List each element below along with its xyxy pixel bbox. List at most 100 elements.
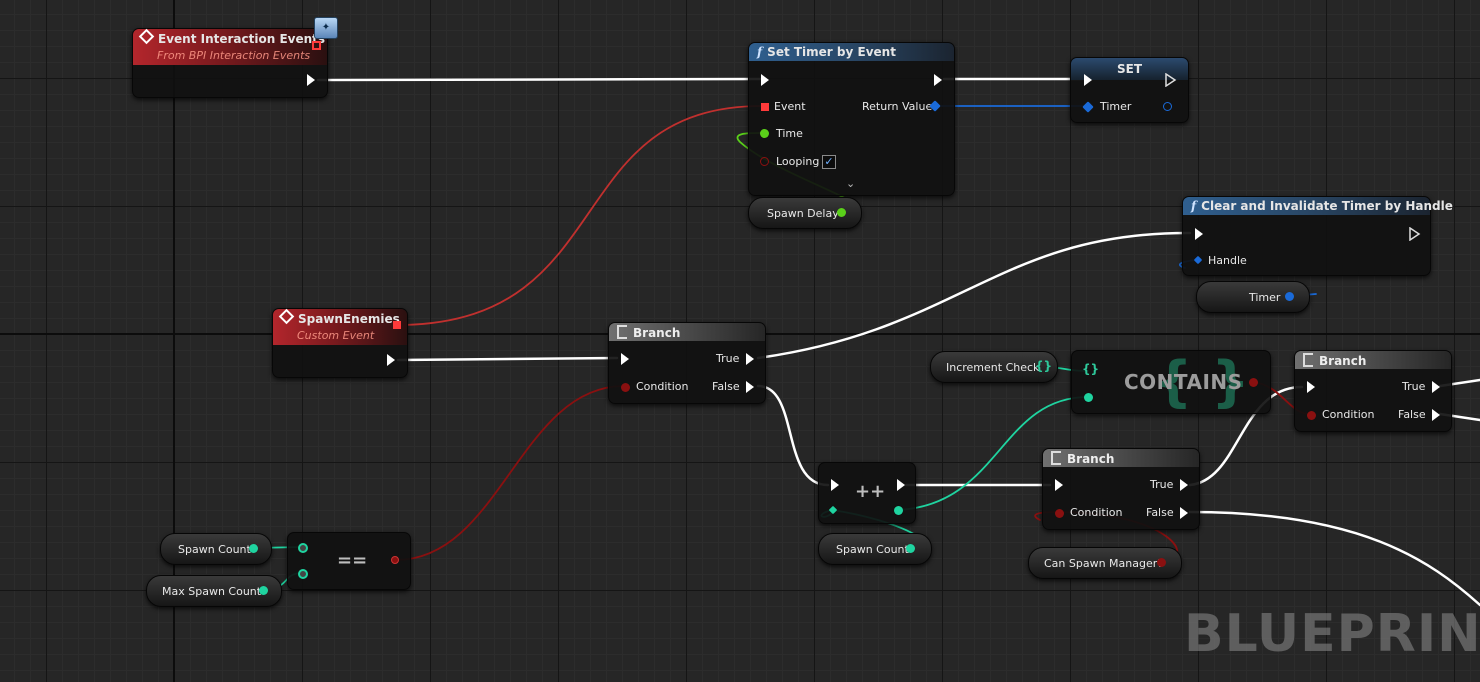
looping-checkbox[interactable]: ✓ (822, 155, 836, 169)
branch-icon (1051, 451, 1061, 465)
function-icon: f (757, 45, 763, 59)
event-interaction-header: Event Interaction Events From BPI Intera… (133, 28, 327, 65)
key-input-pin[interactable] (1084, 393, 1093, 402)
false-pin-label: False (1398, 408, 1426, 421)
timer-pin-label: Timer (1100, 100, 1132, 113)
false-exec-output-pin[interactable] (746, 381, 754, 393)
time-input-pin[interactable] (760, 129, 769, 138)
spawn-count-variable-node-1[interactable]: Spawn Count (160, 533, 272, 565)
exec-output-pin[interactable] (307, 74, 315, 86)
condition-input-pin[interactable] (1055, 509, 1064, 518)
looping-input-pin[interactable] (760, 157, 769, 166)
handle-input-pin[interactable] (1193, 255, 1203, 265)
branch-title: Branch (633, 326, 681, 340)
max-spawn-count-variable-node[interactable]: Max Spawn Count (146, 575, 282, 607)
spawn-delay-variable-node[interactable]: Spawn Delay (748, 197, 862, 229)
map-input-pin[interactable]: {} (1082, 362, 1099, 376)
condition-input-pin[interactable] (1307, 411, 1316, 420)
exec-input-pin[interactable] (1307, 381, 1315, 393)
blueprint-watermark: BLUEPRINT (1184, 604, 1480, 664)
event-input-pin[interactable] (761, 103, 769, 111)
true-exec-output-pin[interactable] (1432, 381, 1440, 393)
spawn-delay-output-pin[interactable] (837, 208, 846, 217)
b-input-pin[interactable] (298, 569, 308, 579)
set-timer-header: f Set Timer by Event (749, 43, 954, 61)
chevron-down-icon[interactable]: ⌄ (846, 177, 855, 190)
looping-pin-label: Looping (776, 155, 820, 168)
max-spawn-count-output-pin[interactable] (259, 586, 268, 595)
equals-node[interactable]: == (287, 532, 411, 590)
return-value-pin-label: Return Value (862, 100, 933, 113)
exec-output-outline-icon (1165, 73, 1177, 87)
spawn-enemies-subtitle: Custom Event (297, 329, 375, 342)
spawn-count-output-pin[interactable] (906, 544, 915, 553)
timer-output-pin[interactable] (1285, 292, 1294, 301)
bool-output-pin[interactable] (1249, 378, 1258, 387)
interface-badge-icon: ✦ (314, 17, 338, 39)
branch-header: Branch (1295, 351, 1451, 369)
condition-pin-label: Condition (636, 380, 689, 393)
set-timer-variable-node[interactable]: SET Timer (1070, 57, 1189, 123)
bool-output-pin[interactable] (391, 556, 399, 564)
true-exec-output-pin[interactable] (1180, 479, 1188, 491)
spawn-count-variable-node-2[interactable]: Spawn Count (818, 533, 932, 565)
spawn-count-output-pin[interactable] (249, 544, 258, 553)
spawn-enemies-event-node[interactable]: SpawnEnemies Custom Event (272, 308, 408, 378)
timer-input-pin[interactable] (1082, 101, 1094, 113)
exec-wire (396, 356, 619, 362)
false-pin-label: False (1146, 506, 1174, 519)
increment-check-variable-node[interactable]: Increment Check {} (930, 351, 1058, 383)
branch-header: Branch (609, 323, 765, 341)
branch-header: Branch (1043, 449, 1199, 467)
event-pin-label: Event (774, 100, 806, 113)
exec-input-pin[interactable] (1084, 74, 1092, 86)
map-icon: {} (1035, 359, 1053, 373)
spawn-count-label: Spawn Count (836, 543, 909, 556)
handle-pin-label: Handle (1208, 254, 1247, 267)
value-input-pin[interactable] (828, 505, 838, 515)
equals-operator: == (337, 550, 368, 571)
increment-node[interactable]: ++ (818, 462, 916, 524)
function-icon: f (1191, 199, 1197, 213)
false-exec-output-pin[interactable] (1180, 507, 1188, 519)
branch-node-3[interactable]: Branch True Condition False (1294, 350, 1452, 432)
true-exec-output-pin[interactable] (746, 353, 754, 365)
delegate-output-pin[interactable] (393, 321, 401, 329)
event-delegate-wire (403, 105, 763, 326)
exec-input-pin[interactable] (761, 74, 769, 86)
event-interaction-node[interactable]: Event Interaction Events From BPI Intera… (132, 28, 328, 98)
can-spawn-manager-output-pin[interactable] (1157, 558, 1166, 567)
value-output-pin[interactable] (894, 506, 903, 515)
set-title: SET (1116, 62, 1143, 76)
bool-wire (395, 385, 625, 561)
set-timer-node[interactable]: f Set Timer by Event Event Return Value T… (748, 42, 955, 196)
max-spawn-count-label: Max Spawn Count (162, 585, 262, 598)
time-pin-label: Time (776, 127, 803, 140)
a-input-pin[interactable] (298, 543, 308, 553)
delegate-output-pin[interactable] (312, 41, 321, 50)
can-spawn-manager-variable-node[interactable]: Can Spawn Manager? (1028, 547, 1182, 579)
contains-node[interactable]: { } CONTAINS {} (1071, 350, 1271, 414)
exec-wire (316, 77, 762, 82)
spawn-delay-label: Spawn Delay (767, 207, 839, 220)
timer-output-pin[interactable] (1163, 102, 1172, 111)
exec-input-pin[interactable] (1195, 228, 1203, 240)
branch-node-1[interactable]: Branch True Condition False (608, 322, 766, 404)
exec-input-pin[interactable] (831, 479, 839, 491)
spawn-enemies-title: SpawnEnemies (298, 312, 400, 326)
timer-variable-node[interactable]: Timer (1196, 281, 1310, 313)
branch-icon (1303, 353, 1313, 367)
branch-title: Branch (1067, 452, 1115, 466)
increment-check-label: Increment Check (946, 361, 1040, 374)
branch-icon (617, 325, 627, 339)
exec-input-pin[interactable] (621, 353, 629, 365)
exec-output-pin[interactable] (897, 479, 905, 491)
exec-input-pin[interactable] (1055, 479, 1063, 491)
exec-output-pin[interactable] (387, 354, 395, 366)
true-pin-label: True (1150, 478, 1174, 491)
clear-timer-node[interactable]: f Clear and Invalidate Timer by Handle Ha… (1182, 196, 1453, 276)
false-exec-output-pin[interactable] (1432, 409, 1440, 421)
branch-node-2[interactable]: Branch True Condition False (1042, 448, 1200, 530)
condition-input-pin[interactable] (621, 383, 630, 392)
exec-output-pin[interactable] (934, 74, 942, 86)
